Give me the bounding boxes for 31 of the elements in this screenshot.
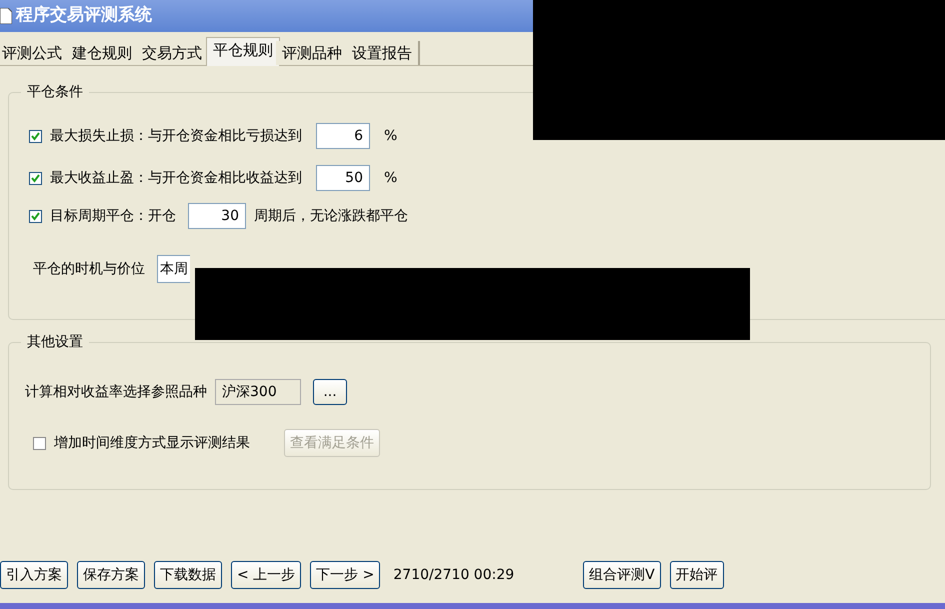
toolbar-button[interactable]: 下一步 > (310, 561, 380, 589)
tab[interactable]: 平仓规则 (206, 37, 280, 66)
rule-label: 目标周期平仓：开仓 (50, 206, 176, 226)
option-label: 增加时间维度方式显示评测结果 (54, 434, 250, 452)
window-title: 程序交易评测系统 (16, 4, 152, 28)
browse-button[interactable]: ... (313, 379, 347, 405)
benchmark-field: 沪深300 (215, 379, 301, 405)
rule-label: 最大收益止盈：与开仓资金相比收益达到 (50, 168, 302, 188)
checkbox[interactable] (33, 436, 46, 450)
number-field[interactable]: 50 (316, 165, 370, 191)
timing-label: 平仓的时机与价位 (33, 260, 145, 278)
rule-suffix: 周期后，无论涨跌都平仓 (254, 206, 408, 226)
toolbar-button[interactable]: 下载数据 (154, 561, 222, 589)
dropdown[interactable]: 本周 (157, 255, 190, 283)
status-text: 2710/2710 00:29 (393, 566, 514, 584)
number-field[interactable]: 30 (188, 203, 246, 229)
toolbar-button[interactable]: 开始评 (670, 561, 724, 589)
unit-label: % (384, 126, 398, 146)
rule-label: 最大损失止损：与开仓资金相比亏损达到 (50, 126, 302, 146)
toolbar-button[interactable]: 保存方案 (77, 561, 145, 589)
toolbar-button[interactable]: 引入方案 (0, 561, 68, 589)
benchmark-label: 计算相对收益率选择参照品种 (25, 382, 207, 402)
number-field[interactable]: 6 (316, 123, 370, 149)
checkbox[interactable] (29, 210, 42, 222)
document-icon (0, 8, 12, 24)
unit-label: % (384, 168, 398, 188)
checkbox[interactable] (29, 130, 42, 142)
checkbox[interactable] (29, 172, 42, 184)
tab[interactable]: 设置报告 (346, 41, 420, 65)
toolbar-button[interactable]: 组合评测V (583, 561, 661, 589)
toolbar-button[interactable]: < 上一步 (231, 561, 302, 589)
